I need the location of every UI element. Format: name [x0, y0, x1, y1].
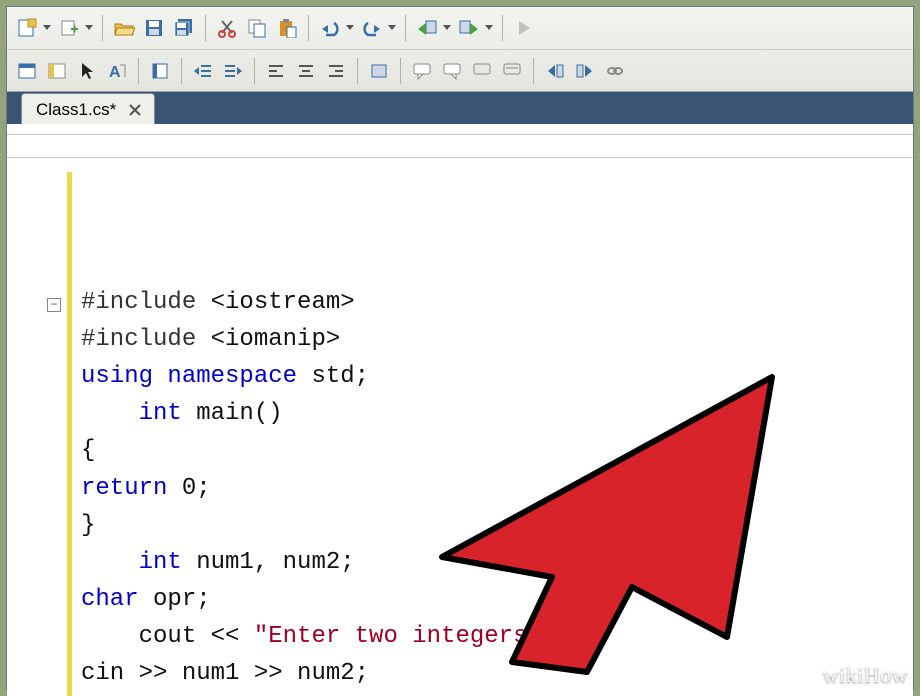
code-line[interactable]: return 0;	[81, 470, 913, 507]
code-line[interactable]: int main()	[81, 395, 913, 432]
layout-icon[interactable]	[146, 57, 174, 85]
toolbar-row-2: A	[7, 49, 913, 91]
code-line[interactable]: cin >> num1 >> num2;	[81, 655, 913, 692]
toolbar-separator	[308, 15, 309, 41]
nav-back-button[interactable]	[413, 14, 441, 42]
window-1-icon[interactable]	[13, 57, 41, 85]
indent-icon[interactable]	[219, 57, 247, 85]
toolbar-row-1	[7, 7, 913, 49]
step-back-icon[interactable]	[541, 57, 569, 85]
toolbar-separator	[205, 15, 206, 41]
fold-toggle-icon[interactable]: −	[47, 298, 61, 312]
paste-button[interactable]	[273, 14, 301, 42]
code-token: std;	[311, 363, 369, 390]
undo-dropdown[interactable]	[344, 14, 356, 42]
add-item-dropdown[interactable]	[83, 14, 95, 42]
code-token: <iostream>	[211, 289, 355, 316]
comment-4-icon[interactable]	[498, 57, 526, 85]
code-token: "Enter two integers: "	[254, 623, 571, 650]
code-token: 0;	[182, 475, 211, 502]
code-line[interactable]: {	[81, 432, 913, 469]
code-line[interactable]: cout << "Enter two integers: ";	[81, 618, 913, 655]
watermark: wikiHow	[823, 662, 908, 688]
code-token: int	[139, 549, 197, 576]
new-item-button[interactable]	[13, 14, 41, 42]
code-token: char	[81, 586, 153, 613]
start-debug-button[interactable]	[510, 14, 538, 42]
redo-button[interactable]	[358, 14, 386, 42]
tab-label: Class1.cs*	[36, 100, 116, 120]
link-icon[interactable]	[601, 57, 629, 85]
active-tab[interactable]: Class1.cs*	[21, 93, 155, 125]
code-token: namespace	[167, 363, 311, 390]
open-button[interactable]	[110, 14, 138, 42]
code-token: num1, num2;	[196, 549, 354, 576]
code-line[interactable]: using namespace std;	[81, 358, 913, 395]
svg-text:A: A	[109, 64, 121, 80]
add-item-button[interactable]	[55, 14, 83, 42]
window-2-icon[interactable]	[43, 57, 71, 85]
code-token: #include	[81, 326, 211, 353]
comment-3-icon[interactable]	[468, 57, 496, 85]
align-center-icon[interactable]	[292, 57, 320, 85]
code-area[interactable]: #include <iostream>#include <iomanip>usi…	[67, 172, 913, 696]
code-line[interactable]: int num1, num2;	[81, 544, 913, 581]
code-line[interactable]: #include <iostream>	[81, 284, 913, 321]
toolbar-separator	[405, 15, 406, 41]
outdent-icon[interactable]	[189, 57, 217, 85]
toolbar-separator	[138, 58, 139, 84]
code-token: main()	[196, 400, 282, 427]
save-button[interactable]	[140, 14, 168, 42]
step-fwd-icon[interactable]	[571, 57, 599, 85]
code-token: cout <<	[139, 623, 254, 650]
toolbar-separator	[400, 58, 401, 84]
text-tool-icon[interactable]: A	[103, 57, 131, 85]
redo-dropdown[interactable]	[386, 14, 398, 42]
copy-button[interactable]	[243, 14, 271, 42]
code-token: {	[81, 437, 95, 464]
align-right-icon[interactable]	[322, 57, 350, 85]
code-token: using	[81, 363, 167, 390]
toolbar-separator	[357, 58, 358, 84]
toolbar-separator	[102, 15, 103, 41]
close-tab-icon[interactable]	[126, 101, 144, 119]
code-token: <iomanip>	[211, 326, 341, 353]
code-token: cin >> num1 >> num2;	[81, 660, 369, 687]
code-token: int	[139, 400, 197, 427]
new-item-dropdown[interactable]	[41, 14, 53, 42]
code-token: ;	[571, 623, 585, 650]
undo-button[interactable]	[316, 14, 344, 42]
box-icon[interactable]	[365, 57, 393, 85]
toolbar-separator	[181, 58, 182, 84]
code-line[interactable]: }	[81, 507, 913, 544]
toolbar-separator	[533, 58, 534, 84]
nav-fwd-button[interactable]	[455, 14, 483, 42]
navigation-dropdown-bar[interactable]	[7, 134, 913, 158]
comment-2-icon[interactable]	[438, 57, 466, 85]
toolbar-separator	[254, 58, 255, 84]
align-left-icon[interactable]	[262, 57, 290, 85]
comment-1-icon[interactable]	[408, 57, 436, 85]
code-editor[interactable]: − #include <iostream>#include <iomanip>u…	[7, 172, 913, 696]
app-window: A Class1.cs*	[6, 6, 914, 690]
tab-strip: Class1.cs*	[7, 92, 913, 124]
code-token: return	[81, 475, 182, 502]
save-all-button[interactable]	[170, 14, 198, 42]
nav-fwd-dropdown[interactable]	[483, 14, 495, 42]
toolbar-separator	[502, 15, 503, 41]
pointer-tool-icon[interactable]	[73, 57, 101, 85]
client-area: − #include <iostream>#include <iomanip>u…	[7, 124, 913, 696]
toolbar-area: A	[7, 7, 913, 92]
code-token: opr;	[153, 586, 211, 613]
code-line[interactable]: char opr;	[81, 581, 913, 618]
editor-gutter: −	[7, 172, 67, 696]
code-line[interactable]: #include <iomanip>	[81, 321, 913, 358]
cut-button[interactable]	[213, 14, 241, 42]
nav-back-dropdown[interactable]	[441, 14, 453, 42]
code-token: #include	[81, 289, 211, 316]
code-token: }	[81, 512, 95, 539]
